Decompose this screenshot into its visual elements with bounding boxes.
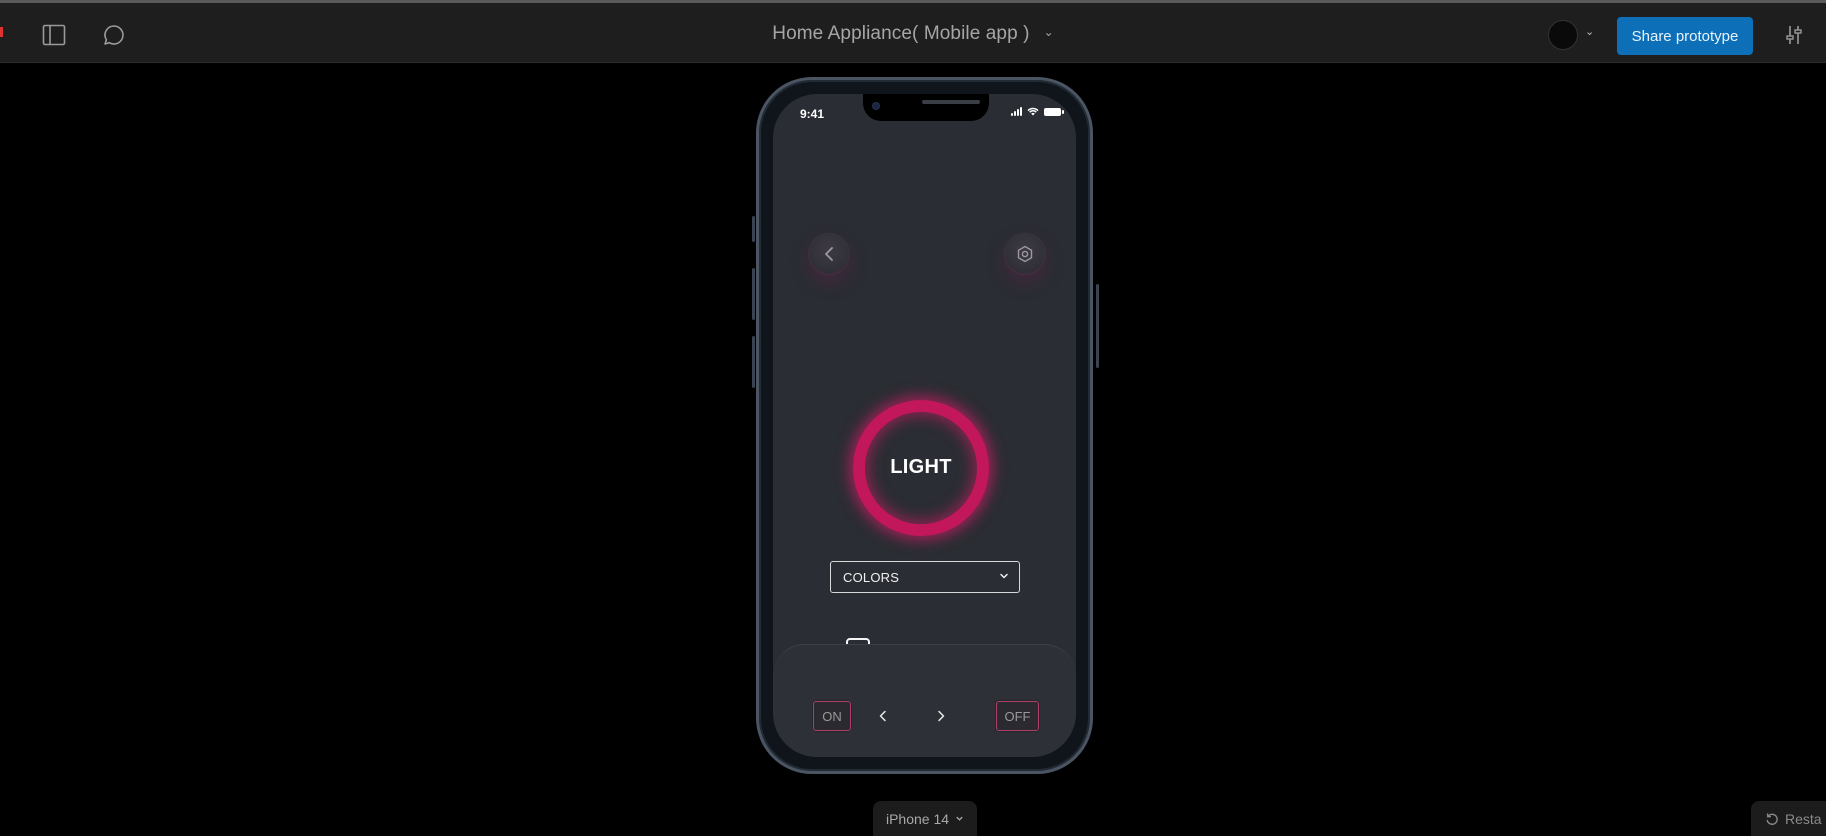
phone-frame: 9:41 LIGHT COLORS ON OFF bbox=[752, 77, 1099, 774]
battery-icon bbox=[1044, 107, 1064, 116]
prototype-title-text: Home Appliance( Mobile app ) bbox=[772, 23, 1030, 44]
phone-side-button bbox=[752, 336, 755, 388]
chevron-left-icon bbox=[825, 247, 833, 261]
device-selector[interactable]: iPhone 14 bbox=[873, 801, 977, 836]
status-time: 9:41 bbox=[800, 107, 825, 121]
back-button[interactable] bbox=[809, 234, 849, 274]
chevron-down-icon bbox=[956, 816, 963, 821]
status-icons bbox=[1011, 107, 1064, 116]
on-button[interactable]: ON bbox=[813, 701, 851, 731]
device-selector-label: iPhone 14 bbox=[885, 810, 950, 827]
next-button[interactable] bbox=[931, 706, 951, 726]
restart-label: Resta bbox=[1785, 810, 1822, 827]
previous-button[interactable] bbox=[873, 706, 893, 726]
settings-button[interactable] bbox=[1005, 234, 1045, 274]
camera-icon bbox=[873, 103, 879, 109]
settings-sliders-icon[interactable] bbox=[1780, 21, 1808, 49]
phone-notch bbox=[863, 94, 989, 121]
avatar[interactable] bbox=[1548, 20, 1578, 50]
colors-dropdown[interactable]: COLORS bbox=[830, 561, 1020, 593]
chevron-down-icon: ⌄ bbox=[1043, 25, 1054, 39]
phone-side-button bbox=[1096, 284, 1099, 368]
off-button[interactable]: OFF bbox=[996, 701, 1039, 731]
light-label: LIGHT bbox=[890, 456, 952, 478]
share-prototype-button[interactable]: Share prototype bbox=[1617, 17, 1753, 55]
colors-dropdown-value: COLORS bbox=[843, 569, 900, 585]
phone-side-button bbox=[752, 268, 755, 320]
signal-icon bbox=[1011, 107, 1022, 116]
phone-speaker bbox=[922, 100, 980, 104]
restart-icon bbox=[1766, 812, 1778, 825]
chevron-right-icon bbox=[938, 710, 945, 722]
phone-side-button bbox=[752, 216, 755, 242]
settings-icon bbox=[1017, 245, 1033, 263]
chevron-down-icon bbox=[1000, 573, 1008, 579]
chevron-left-icon bbox=[879, 710, 886, 722]
prototype-toolbar: Home Appliance( Mobile app ) ⌄ ⌄ Share pr… bbox=[0, 0, 1826, 63]
chevron-down-icon[interactable]: ⌄ bbox=[1585, 25, 1594, 38]
phone-screen: 9:41 LIGHT COLORS ON OFF bbox=[773, 94, 1076, 757]
wifi-icon bbox=[1027, 107, 1039, 116]
restart-button[interactable]: Resta bbox=[1751, 801, 1826, 836]
